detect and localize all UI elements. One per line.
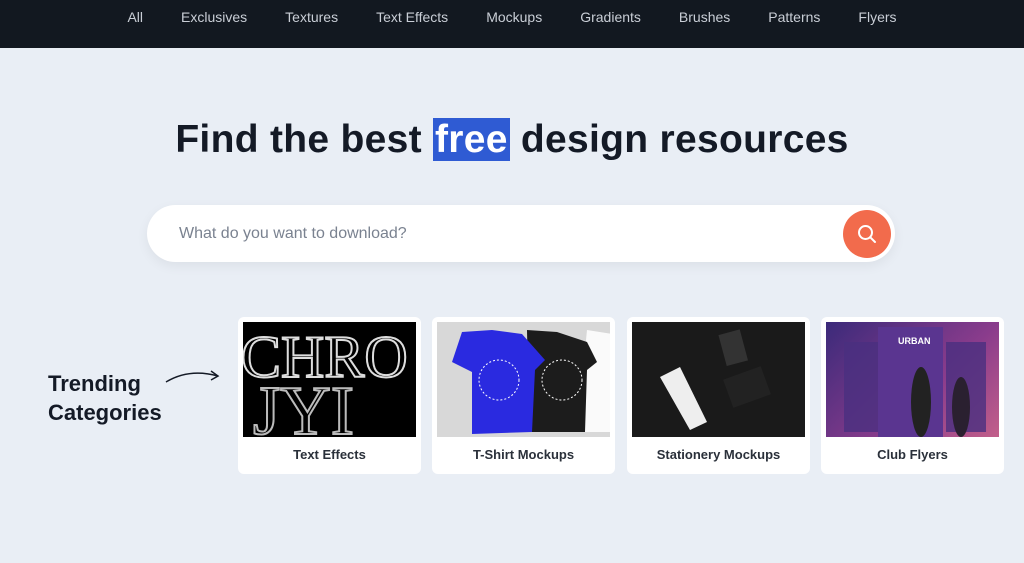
category-card-text-effects[interactable]: CHRO JYI Text Effects bbox=[238, 317, 421, 474]
category-card-tshirt-mockups[interactable]: T-Shirt Mockups bbox=[432, 317, 615, 474]
top-nav: All Exclusives Textures Text Effects Moc… bbox=[0, 0, 1024, 48]
thumbnail: URBAN bbox=[826, 322, 999, 437]
card-label: Stationery Mockups bbox=[656, 447, 781, 462]
svg-text:URBAN: URBAN bbox=[898, 336, 931, 346]
thumbnail bbox=[632, 322, 805, 437]
trending-heading: Trending Categories bbox=[48, 371, 162, 425]
nav-mockups[interactable]: Mockups bbox=[467, 0, 561, 48]
nav-brushes[interactable]: Brushes bbox=[660, 0, 749, 48]
category-card-stationery-mockups[interactable]: Stationery Mockups bbox=[627, 317, 810, 474]
nav-patterns[interactable]: Patterns bbox=[749, 0, 839, 48]
search-input[interactable] bbox=[179, 205, 819, 262]
search-bar bbox=[147, 205, 895, 262]
search-button[interactable] bbox=[843, 210, 891, 258]
nav-exclusives[interactable]: Exclusives bbox=[162, 0, 266, 48]
search-icon bbox=[858, 225, 876, 243]
svg-text:JYI: JYI bbox=[253, 373, 354, 437]
nav-text-effects[interactable]: Text Effects bbox=[357, 0, 467, 48]
card-label: Text Effects bbox=[293, 447, 366, 462]
title-highlight: free bbox=[433, 118, 510, 161]
card-label: T-Shirt Mockups bbox=[472, 447, 575, 462]
nav-flyers[interactable]: Flyers bbox=[839, 0, 915, 48]
page-title: Find the best free design resources bbox=[175, 118, 849, 161]
thumbnail: CHRO JYI bbox=[243, 322, 416, 437]
nav-textures[interactable]: Textures bbox=[266, 0, 357, 48]
arrow-icon bbox=[165, 370, 220, 383]
nav-all[interactable]: All bbox=[108, 0, 162, 48]
thumbnail bbox=[437, 322, 610, 437]
category-card-club-flyers[interactable]: URBAN Club Flyers bbox=[821, 317, 1004, 474]
nav-gradients[interactable]: Gradients bbox=[561, 0, 660, 48]
card-label: Club Flyers bbox=[877, 447, 948, 462]
